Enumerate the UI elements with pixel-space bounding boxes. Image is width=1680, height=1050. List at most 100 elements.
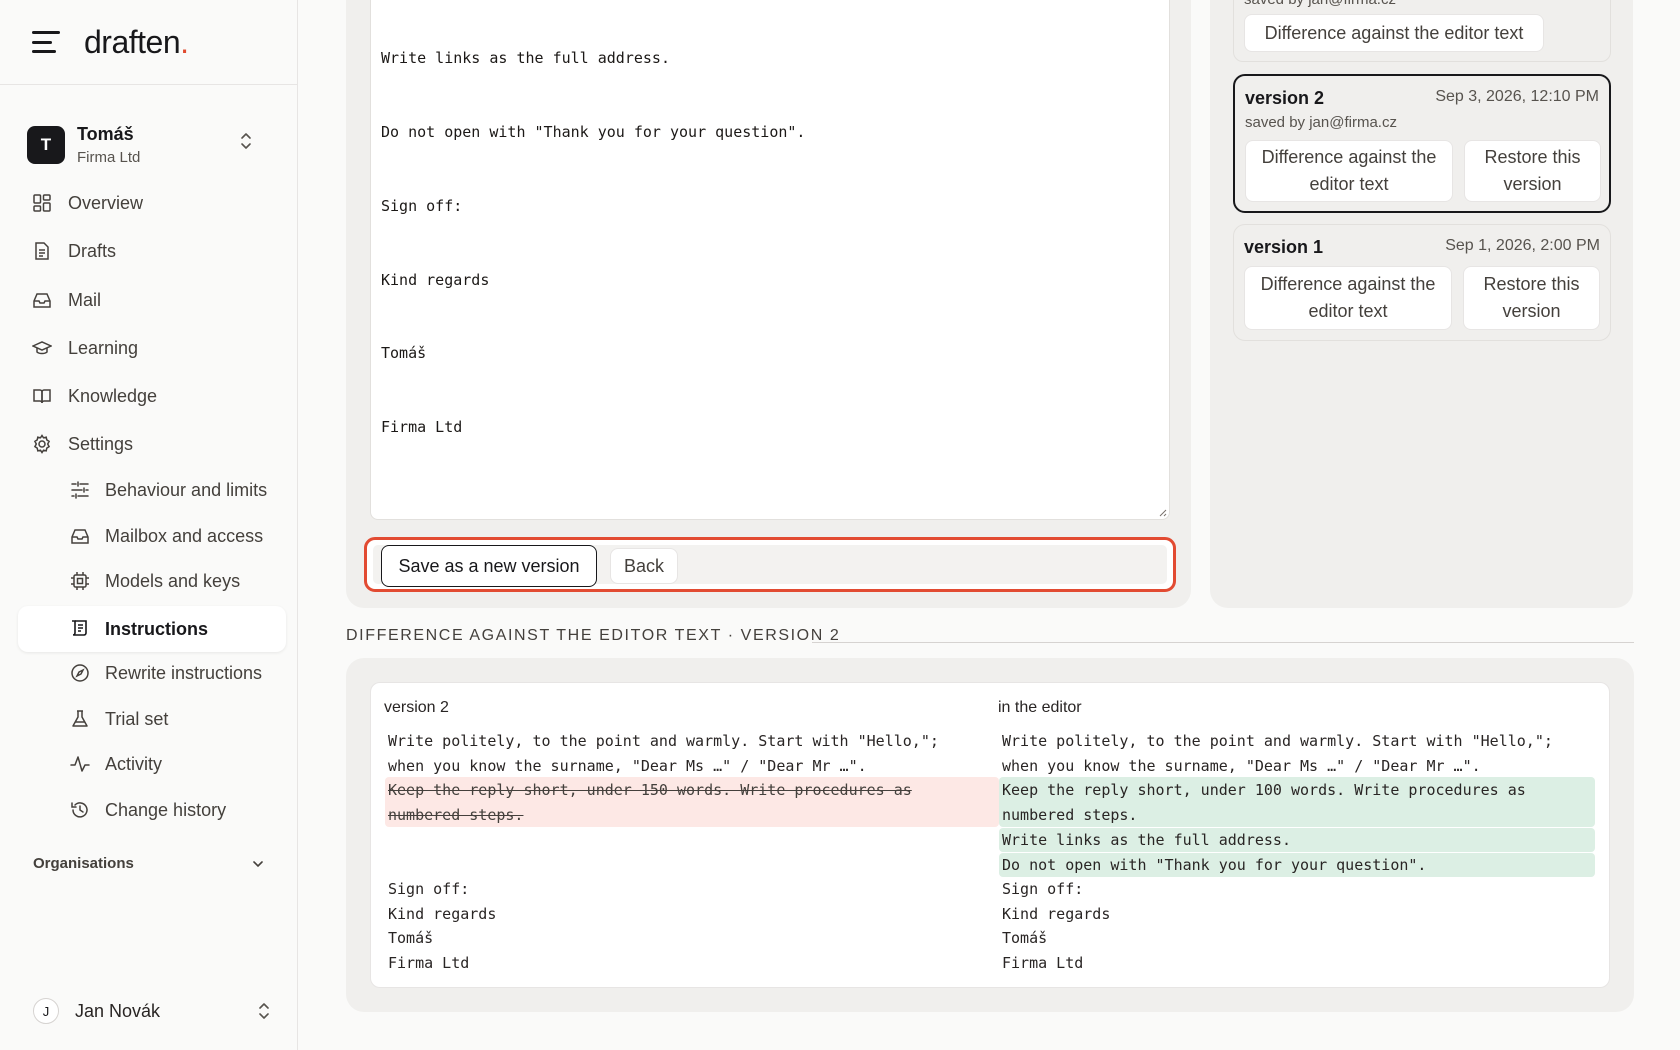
book-icon (33, 389, 51, 404)
chevron-up-down-icon (259, 1003, 269, 1019)
diff-line: Firma Ltd (1002, 954, 1084, 972)
app-logo[interactable]: draften. (84, 24, 189, 61)
nav-mail[interactable]: Mail (18, 278, 286, 322)
editor-line: Write links as the full address. (381, 49, 670, 68)
save-new-version-button[interactable]: Save as a new version (381, 545, 597, 587)
organisations-label: Organisations (33, 855, 134, 872)
nav-trial[interactable]: Trial set (18, 697, 286, 741)
user-name: Jan Novák (75, 1000, 161, 1021)
grid-icon (33, 194, 51, 212)
diff-line: Write politely, to the point and warmly.… (1002, 732, 1553, 750)
editor-line: Sign off: (381, 196, 463, 215)
instructions-editor[interactable]: Write links as the full address. Do not … (370, 0, 1170, 520)
diff-line: Tomáš (388, 929, 434, 947)
menu-icon[interactable] (32, 31, 60, 53)
editor-line: Firma Ltd (381, 418, 463, 437)
editor-line: Do not open with "Thank you for your que… (381, 122, 806, 141)
user-menu[interactable]: J Jan Novák (33, 995, 273, 1027)
deleted-line: numbered steps. (388, 806, 524, 824)
nav-mail-label: Mail (68, 289, 102, 310)
diff-line: Firma Ltd (388, 954, 470, 972)
nav-trial-label: Trial set (105, 708, 169, 729)
version-card-1[interactable]: version 1 Sep 1, 2026, 2:00 PM Differenc… (1233, 224, 1611, 341)
nav-knowledge[interactable]: Knowledge (18, 374, 286, 418)
org-company: Firma Ltd (77, 149, 141, 166)
diff-against-editor-button[interactable]: Difference against the editor text (1245, 140, 1453, 202)
nav-drafts-label: Drafts (68, 240, 117, 261)
nav-history-label: Change history (105, 799, 227, 820)
diff-line: Tomáš (1002, 929, 1048, 947)
org-switcher[interactable]: T Tomáš Firma Ltd (27, 116, 275, 174)
nav-instructions[interactable]: Instructions (18, 606, 286, 652)
version-date: Sep 3, 2026, 12:10 PM (1435, 88, 1599, 105)
nav-learning[interactable]: Learning (18, 326, 286, 370)
diff-left-title: version 2 (384, 699, 449, 716)
nav-overview[interactable]: Overview (18, 181, 286, 225)
org-name: Tomáš (77, 124, 134, 144)
added-line: Do not open with "Thank you for your que… (1002, 856, 1427, 874)
diff-line: when you know the surname, "Dear Ms …" /… (388, 757, 867, 775)
diff-view: version 2 in the editor Write politely, … (370, 682, 1610, 988)
nav-activity-label: Activity (105, 753, 163, 774)
document-icon (35, 242, 49, 260)
diff-against-editor-button[interactable]: Difference against the editor text (1244, 14, 1544, 52)
graduation-cap-icon (32, 341, 52, 355)
nav-behaviour[interactable]: Behaviour and limits (18, 468, 286, 512)
nav-learning-label: Learning (68, 337, 139, 358)
nav-models[interactable]: Models and keys (18, 559, 286, 603)
nav-settings[interactable]: Settings (18, 422, 286, 466)
editor-text[interactable]: Write links as the full address. Do not … (381, 0, 805, 489)
nav-mailbox-label: Mailbox and access (105, 525, 264, 546)
version-saved-by: saved by jan@firma.cz (1245, 114, 1397, 131)
added-line: Write links as the full address. (1002, 831, 1291, 849)
diff-against-editor-button[interactable]: Difference against the editor text (1244, 266, 1452, 330)
version-date: Sep 1, 2026, 2:00 PM (1445, 237, 1600, 254)
chip-icon (71, 572, 89, 590)
diff-line: when you know the surname, "Dear Ms …" /… (1002, 757, 1481, 775)
version-title: version 2 (1245, 88, 1325, 108)
user-avatar: J (33, 998, 59, 1024)
compass-icon (71, 664, 89, 682)
inbox-icon (33, 293, 51, 308)
mailbox-icon (71, 529, 89, 544)
deleted-line: Keep the reply short, under 150 words. W… (388, 781, 912, 799)
diff-line: Write politely, to the point and warmly.… (388, 732, 939, 750)
sidebar: draften. T Tomáš Firma Ltd Overview Draf… (0, 0, 298, 1050)
organisations-toggle[interactable]: Organisations (33, 855, 273, 872)
nav-behaviour-label: Behaviour and limits (105, 479, 268, 500)
nav-drafts[interactable]: Drafts (18, 229, 286, 273)
nav-activity[interactable]: Activity (18, 742, 286, 786)
added-line: Keep the reply short, under 100 words. W… (1002, 781, 1526, 799)
sliders-icon (71, 481, 89, 499)
diff-line: Kind regards (1002, 905, 1111, 923)
diff-line: Sign off: (1002, 880, 1084, 898)
diff-section-heading: DIFFERENCE AGAINST THE EDITOR TEXT · VER… (346, 627, 841, 644)
divider (812, 642, 1634, 643)
restore-version-button[interactable]: Restore this version (1464, 140, 1601, 202)
version-card-2[interactable]: version 2 Sep 3, 2026, 12:10 PM saved by… (1233, 74, 1611, 213)
chevron-up-down-icon (241, 133, 251, 149)
brand-bar: draften. (0, 0, 298, 85)
nav-settings-label: Settings (68, 433, 134, 454)
activity-icon (70, 756, 90, 772)
org-avatar: T (27, 126, 65, 164)
added-line: numbered steps. (1002, 806, 1138, 824)
nav-mailbox[interactable]: Mailbox and access (18, 514, 286, 558)
back-button[interactable]: Back (610, 548, 678, 584)
diff-line: Sign off: (388, 880, 470, 898)
nav-models-label: Models and keys (105, 570, 241, 591)
nav-rewrite[interactable]: Rewrite instructions (18, 651, 286, 695)
flask-icon (72, 710, 88, 727)
editor-line: Kind regards (381, 270, 490, 289)
diff-right-title: in the editor (998, 699, 1082, 716)
nav-history[interactable]: Change history (18, 788, 286, 832)
diff-line: Kind regards (388, 905, 497, 923)
restore-version-button[interactable]: Restore this version (1463, 266, 1600, 330)
version-title: version 1 (1244, 237, 1324, 257)
editor-action-bar: Save as a new version Back (364, 537, 1176, 592)
version-saved-by: saved by jan@firma.cz (1244, 0, 1396, 8)
resize-grip-icon[interactable] (1157, 507, 1167, 517)
nav-instructions-label: Instructions (105, 618, 209, 639)
nav-knowledge-label: Knowledge (68, 385, 158, 406)
nav-overview-label: Overview (68, 192, 144, 213)
